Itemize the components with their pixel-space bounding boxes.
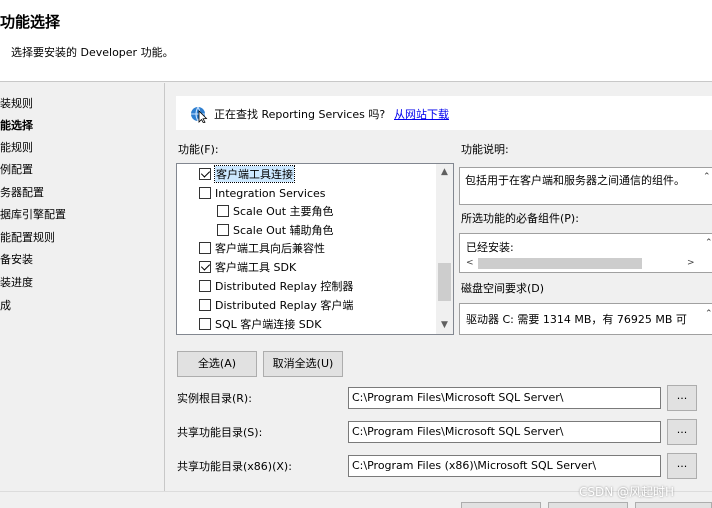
feature-scale-out-master[interactable]: Scale Out 主要角色 — [217, 202, 334, 220]
feature-label: SQL 客户端连接 SDK — [215, 318, 322, 331]
download-link[interactable]: 从网站下载 — [394, 106, 449, 122]
chevron-up-icon[interactable]: ⌃ — [705, 309, 712, 319]
feature-label: Distributed Replay 客户端 — [215, 299, 354, 312]
chevron-up-icon[interactable]: ⌃ — [703, 172, 711, 182]
feature-label: Distributed Replay 控制器 — [215, 280, 354, 293]
step-install-progress[interactable]: 装进度 — [0, 274, 33, 290]
feature-label: Scale Out 辅助角色 — [233, 224, 334, 237]
feature-label: Integration Services — [215, 186, 326, 200]
shared-dir-x86-input[interactable]: C:\Program Files (x86)\Microsoft SQL Ser… — [348, 455, 661, 477]
features-label: 功能(F): — [178, 143, 219, 156]
shared-dir-browse-button[interactable]: ... — [667, 419, 697, 445]
back-button[interactable] — [461, 502, 541, 508]
feature-label: 客户端工具 SDK — [215, 261, 297, 274]
feature-client-tools-sdk[interactable]: 客户端工具 SDK — [199, 258, 296, 276]
feature-checkbox[interactable] — [217, 224, 229, 236]
feature-scrollbar[interactable]: ▲ ▼ — [436, 164, 453, 334]
chevron-left-icon[interactable]: < — [466, 258, 474, 268]
feature-tree[interactable]: 客户端工具连接 Integration Services Scale Out 主… — [176, 163, 454, 335]
instance-root-label: 实例根目录(R): — [177, 392, 252, 405]
chevron-down-icon[interactable]: ▼ — [436, 317, 453, 334]
page-header: 功能选择 选择要安装的 Developer 功能。 — [0, 0, 712, 82]
wizard-steps: 装规则 能选择 能规则 例配置 务器配置 据库引擎配置 能配置规则 备安装 装进… — [0, 83, 165, 491]
disk-label: 磁盘空间要求(D) — [461, 282, 545, 295]
main-content: 正在查找 Reporting Services 吗? 从网站下载 功能(F): … — [166, 83, 712, 491]
shared-dir-input[interactable]: C:\Program Files\Microsoft SQL Server\ — [348, 421, 661, 443]
feature-client-tools-connectivity[interactable]: 客户端工具连接 — [199, 165, 295, 183]
feature-label: 客户端工具向后兼容性 — [215, 242, 325, 255]
shared-dir-label: 共享功能目录(S): — [177, 426, 263, 439]
prereq-text: 已经安装: — [466, 241, 514, 254]
feature-label: Scale Out 主要角色 — [233, 205, 334, 218]
description-label: 功能说明: — [461, 143, 509, 156]
description-text: 包括用于在客户端和服务器之间通信的组件。 — [465, 174, 685, 187]
instance-root-browse-button[interactable]: ... — [667, 385, 697, 411]
next-button[interactable] — [548, 502, 628, 508]
chevron-up-icon[interactable]: ⌃ — [705, 238, 712, 248]
horizontal-scrollbar[interactable] — [478, 258, 642, 269]
feature-distributed-replay-client[interactable]: Distributed Replay 客户端 — [199, 296, 353, 314]
reporting-services-banner: 正在查找 Reporting Services 吗? 从网站下载 — [176, 96, 712, 130]
step-feature-selection[interactable]: 能选择 — [0, 117, 33, 133]
prereq-label: 所选功能的必备组件(P): — [461, 212, 579, 225]
feature-checkbox[interactable] — [199, 299, 211, 311]
step-db-engine-config[interactable]: 据库引擎配置 — [0, 206, 66, 222]
feature-integration-services[interactable]: Integration Services — [199, 184, 326, 202]
prereq-box: 已经安装: < > ⌃ — [459, 233, 712, 273]
feature-description: 包括用于在客户端和服务器之间通信的组件。 ⌃ — [459, 167, 712, 205]
globe-cursor-icon — [191, 106, 208, 123]
banner-text: 正在查找 Reporting Services 吗? — [214, 108, 386, 121]
feature-checkbox[interactable] — [199, 261, 211, 273]
feature-checkbox[interactable] — [199, 242, 211, 254]
feature-checkbox[interactable] — [199, 187, 211, 199]
feature-checkbox[interactable] — [199, 318, 211, 330]
feature-client-tools-backwards-compat[interactable]: 客户端工具向后兼容性 — [199, 239, 325, 257]
chevron-up-icon[interactable]: ▲ — [436, 164, 453, 181]
feature-sql-client-connectivity-sdk[interactable]: SQL 客户端连接 SDK — [199, 315, 321, 333]
feature-checkbox[interactable] — [199, 280, 211, 292]
step-instance-config[interactable]: 例配置 — [0, 161, 33, 177]
feature-checkbox[interactable] — [199, 168, 211, 180]
feature-checkbox[interactable] — [217, 205, 229, 217]
feature-distributed-replay-controller[interactable]: Distributed Replay 控制器 — [199, 277, 353, 295]
select-all-button[interactable]: 全选(A) — [177, 351, 257, 377]
step-feature-config-rules[interactable]: 能配置规则 — [0, 229, 55, 245]
feature-scale-out-worker[interactable]: Scale Out 辅助角色 — [217, 221, 334, 239]
step-install-rules[interactable]: 装规则 — [0, 95, 33, 111]
disk-requirements-box: 驱动器 C: 需要 1314 MB，有 76925 MB 可 ⌃ — [459, 303, 712, 335]
watermark: CSDN @风起时H — [579, 485, 675, 499]
disk-text: 驱动器 C: 需要 1314 MB，有 76925 MB 可 — [466, 313, 687, 326]
step-server-config[interactable]: 务器配置 — [0, 184, 44, 200]
step-feature-rules[interactable]: 能规则 — [0, 139, 33, 155]
shared-dir-x86-browse-button[interactable]: ... — [667, 453, 697, 479]
feature-label: 客户端工具连接 — [214, 165, 295, 183]
instance-root-input[interactable]: C:\Program Files\Microsoft SQL Server\ — [348, 387, 661, 409]
step-complete[interactable]: 成 — [0, 297, 11, 313]
page-subtitle: 选择要安装的 Developer 功能。 — [11, 46, 174, 59]
page-title: 功能选择 — [0, 13, 61, 31]
unselect-all-button[interactable]: 取消全选(U) — [263, 351, 343, 377]
shared-dir-x86-label: 共享功能目录(x86)(X): — [177, 460, 292, 473]
step-ready-to-install[interactable]: 备安装 — [0, 251, 33, 267]
cancel-button[interactable] — [635, 502, 712, 508]
chevron-right-icon[interactable]: > — [687, 258, 695, 268]
scrollbar-thumb[interactable] — [438, 263, 451, 301]
